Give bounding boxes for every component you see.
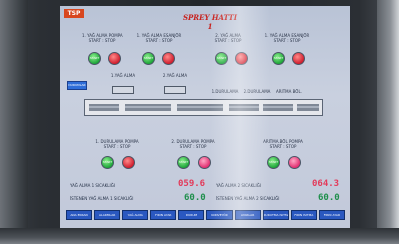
nav-button-6[interactable]: KONVEYÖR — [206, 210, 233, 220]
conveyor-segment — [297, 104, 319, 111]
pump1-stop-button[interactable] — [108, 52, 121, 65]
exchanger2-stop-button[interactable] — [292, 52, 305, 65]
group-label-1: 1. YAĞ ALMA POMPA START : STOP — [82, 33, 123, 43]
degreaser1-housing — [112, 86, 134, 94]
monitor-bottom-edge — [0, 228, 399, 244]
conveyor-line — [84, 99, 323, 116]
treatment-start-button[interactable]: START — [267, 156, 280, 169]
left-temp-value: 059.6 — [178, 179, 206, 189]
zone-label-3: 1.DURULAMA — [211, 89, 239, 94]
pump2-start-button[interactable]: START — [215, 52, 228, 65]
group-label-3: 2. YAĞ ALMA START : STOP — [214, 33, 242, 43]
conveyor-segment — [89, 104, 119, 111]
exchanger1-start-button[interactable]: START — [142, 52, 155, 65]
page-title: SPREY HATTI 1 — [182, 13, 237, 31]
group-label-2: 1. YAĞ ALMA ESANJÖR START : STOP — [136, 33, 182, 43]
bottom-nav-bar: ANA EKRAN ALARMLAR YAĞ ALMA FIRIN AYAR D… — [66, 210, 345, 220]
status-button[interactable]: DURUMLAR — [67, 81, 87, 90]
degreaser2-housing — [164, 86, 186, 94]
nav-button-2[interactable]: ALARMLAR — [94, 210, 121, 220]
rinse1-start-button[interactable]: START — [101, 156, 114, 169]
nav-button-8[interactable]: KURUTMA ISITMA — [262, 210, 289, 220]
lower-group-label-1: 1. DURULAMA POMPA START : STOP — [95, 139, 139, 149]
pump2-stop-button[interactable] — [235, 52, 248, 65]
exchanger2-start-button[interactable]: START — [272, 52, 285, 65]
conveyor-segment — [177, 104, 223, 111]
brand-logo: TSP — [64, 9, 84, 18]
rinse2-start-button[interactable]: START — [177, 156, 190, 169]
rinse1-stop-button[interactable] — [122, 156, 135, 169]
nav-button-3[interactable]: YAĞ ALMA — [122, 210, 149, 220]
nav-button-1[interactable]: ANA EKRAN — [66, 210, 93, 220]
zone-label-2: 2.YAĞ ALMA — [162, 73, 188, 78]
rinse2-stop-button[interactable] — [198, 156, 211, 169]
treatment-stop-button[interactable] — [288, 156, 301, 169]
conveyor-segment — [125, 104, 171, 111]
zone-label-5: ARITMA BÖL. — [276, 89, 302, 94]
left-set-value[interactable]: 60.0 — [184, 193, 206, 203]
nav-button-7[interactable]: AYARLAR — [234, 210, 261, 220]
right-temp-label: YAĞ ALMA 2 SICAKLIĞI — [216, 183, 261, 188]
nav-button-10[interactable]: FIRIN AYAR — [318, 210, 345, 220]
nav-button-9[interactable]: FIRIN ISITMA — [290, 210, 317, 220]
lower-group-label-2: 2. DURULAMA POMPA START : STOP — [171, 139, 215, 149]
nav-button-4[interactable]: FIRIN AYAR — [150, 210, 177, 220]
right-temp-value: 064.3 — [312, 179, 340, 189]
conveyor-segment — [263, 104, 293, 111]
right-set-label: İSTENEN YAĞ ALMA 2 SICAKLIĞI — [216, 196, 280, 201]
left-temp-label: YAĞ ALMA 1 SICAKLIĞI — [70, 183, 115, 188]
zone-label-1: 1.YAĞ ALMA — [110, 73, 136, 78]
nav-button-5[interactable]: DURUM — [178, 210, 205, 220]
monitor-left-edge — [0, 0, 28, 244]
exchanger1-stop-button[interactable] — [162, 52, 175, 65]
left-set-label: İSTENEN YAĞ ALMA 1 SICAKLIĞI — [70, 196, 134, 201]
pump1-start-button[interactable]: START — [88, 52, 101, 65]
monitor-right-edge — [377, 0, 399, 244]
hmi-screen: TSP SPREY HATTI 1 1. YAĞ ALMA POMPA STAR… — [60, 6, 350, 228]
right-set-value[interactable]: 60.0 — [318, 193, 340, 203]
lower-group-label-3: ARITMA.BÖL POMPA START : STOP — [263, 139, 303, 149]
group-label-4: 1. YAĞ ALMA ESANJÖR START : STOP — [264, 33, 310, 43]
zone-label-4: 2.DURULAMA — [243, 89, 271, 94]
conveyor-segment — [229, 104, 259, 111]
